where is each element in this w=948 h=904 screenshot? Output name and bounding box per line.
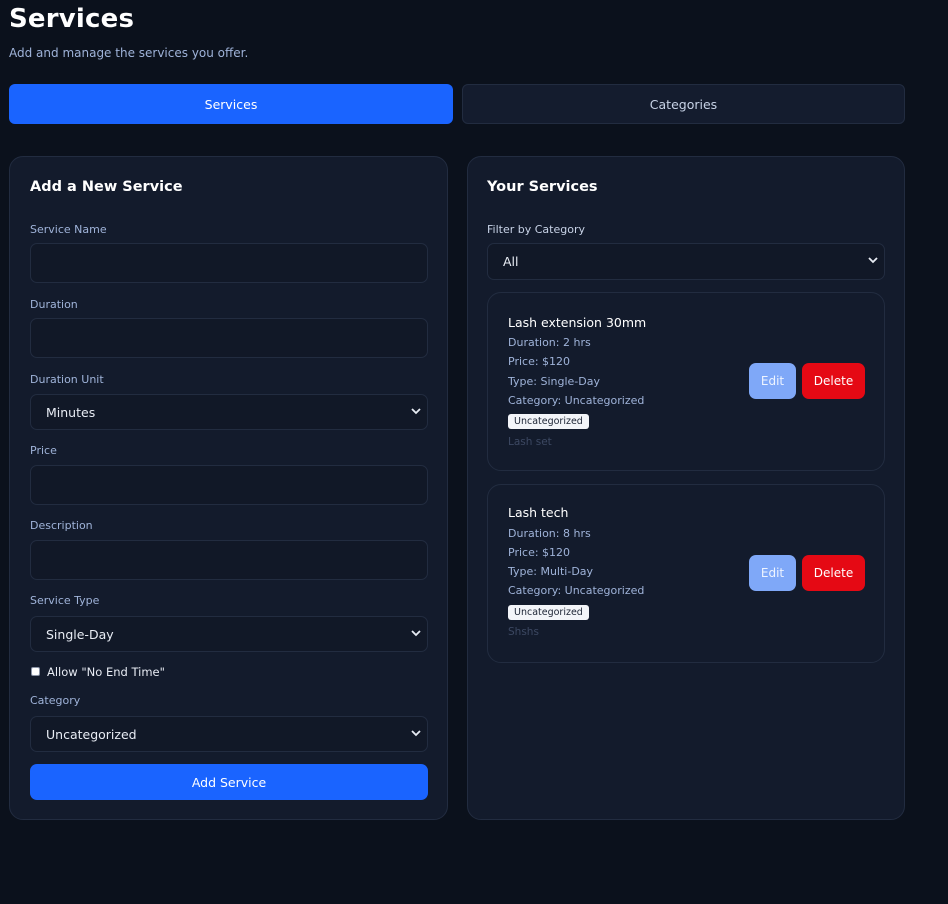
edit-button[interactable]: Edit [749, 363, 796, 399]
service-name-label: Service Name [30, 223, 107, 236]
service-duration: Duration: 8 hrs [508, 527, 591, 540]
price-label: Price [30, 444, 57, 457]
tab-bar: Services Categories [9, 84, 905, 124]
your-services-card: Your Services Filter by Category All Las… [467, 156, 905, 820]
category-value: Uncategorized [46, 726, 137, 742]
page-subtitle: Add and manage the services you offer. [9, 46, 249, 60]
category-label: Category [30, 694, 81, 707]
service-type: Type: Single-Day [508, 375, 600, 388]
chevron-down-icon [411, 630, 421, 637]
service-duration: Duration: 2 hrs [508, 336, 591, 349]
price-input[interactable] [30, 465, 428, 505]
add-service-card: Add a New Service Service Name Duration … [9, 156, 448, 820]
chevron-down-icon [868, 257, 878, 264]
service-name-input[interactable] [30, 243, 428, 283]
filter-category-select[interactable]: All [487, 243, 885, 280]
category-badge: Uncategorized [508, 605, 589, 620]
service-type-select[interactable]: Single-Day [30, 616, 428, 652]
add-service-button[interactable]: Add Service [30, 764, 428, 800]
service-card: Lash tech Duration: 8 hrs Price: $120 Ty… [487, 484, 885, 663]
description-input[interactable] [30, 540, 428, 580]
chevron-down-icon [411, 408, 421, 415]
service-description: Shshs [508, 626, 539, 638]
service-price: Price: $120 [508, 355, 571, 368]
service-category: Category: Uncategorized [508, 584, 645, 597]
duration-input[interactable] [30, 318, 428, 358]
service-type: Type: Multi-Day [508, 565, 594, 578]
tab-services[interactable]: Services [9, 84, 453, 124]
tab-categories[interactable]: Categories [462, 84, 905, 124]
service-description: Lash set [508, 436, 552, 448]
category-select[interactable]: Uncategorized [30, 716, 428, 752]
service-name: Lash extension 30mm [508, 315, 647, 330]
service-name: Lash tech [508, 505, 569, 520]
service-type-label: Service Type [30, 594, 100, 607]
add-service-title: Add a New Service [30, 179, 183, 195]
page-title: Services [9, 4, 135, 34]
duration-label: Duration [30, 298, 78, 311]
chevron-down-icon [411, 730, 421, 737]
category-badge: Uncategorized [508, 414, 589, 429]
no-end-time-checkbox[interactable] [31, 667, 40, 676]
service-card: Lash extension 30mm Duration: 2 hrs Pric… [487, 292, 885, 471]
duration-unit-select[interactable]: Minutes [30, 394, 428, 430]
no-end-time-label: Allow "No End Time" [47, 665, 165, 679]
service-type-value: Single-Day [46, 626, 114, 642]
service-price: Price: $120 [508, 546, 571, 559]
duration-unit-label: Duration Unit [30, 373, 104, 386]
delete-button[interactable]: Delete [802, 363, 865, 399]
edit-button[interactable]: Edit [749, 555, 796, 591]
filter-category-value: All [503, 254, 519, 269]
description-label: Description [30, 519, 93, 532]
duration-unit-value: Minutes [46, 404, 96, 420]
delete-button[interactable]: Delete [802, 555, 865, 591]
your-services-title: Your Services [487, 179, 598, 195]
service-category: Category: Uncategorized [508, 394, 645, 407]
filter-category-label: Filter by Category [487, 223, 585, 236]
